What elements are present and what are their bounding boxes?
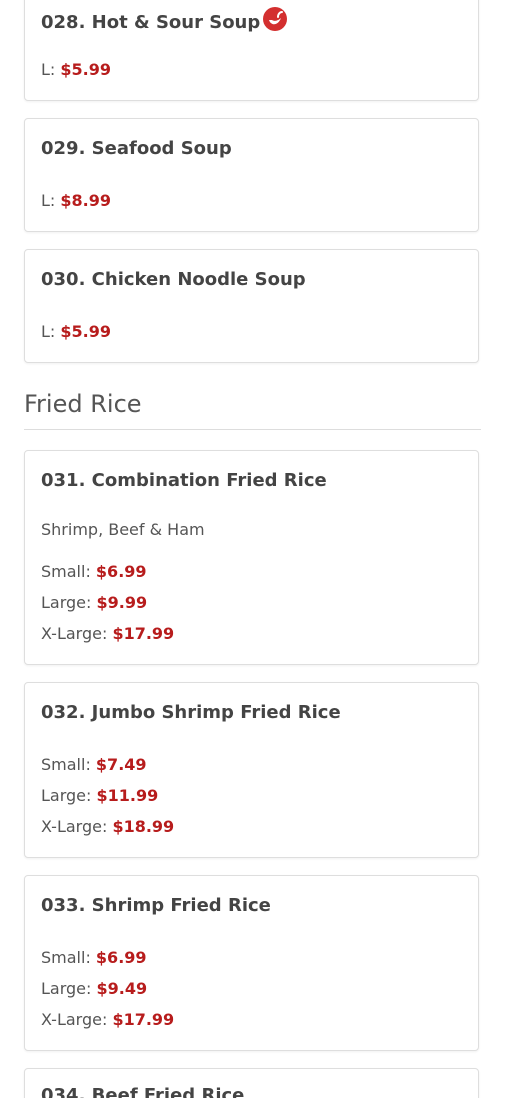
price-row: X-Large: $17.99 [41, 624, 174, 643]
menu-item-card[interactable]: 031. Combination Fried Rice Shrimp, Beef… [24, 450, 479, 665]
price-row: Small: $6.99 [41, 562, 147, 581]
price-amount: $6.99 [95, 562, 147, 581]
item-title: 034. Beef Fried Rice [41, 1085, 245, 1098]
menu-item-card[interactable]: 033. Shrimp Fried Rice Small: $6.99 Larg… [24, 875, 479, 1051]
menu-page: 028. Hot & Sour Soup L: $5.99 029. Seafo… [0, 0, 510, 1098]
price-amount: $5.99 [60, 60, 112, 79]
price-label: Small: [41, 755, 91, 774]
item-title: 031. Combination Fried Rice [41, 470, 327, 491]
price-row: Large: $11.99 [41, 786, 158, 805]
item-description: Shrimp, Beef & Ham [41, 520, 205, 539]
price-row: Small: $6.99 [41, 948, 147, 967]
item-title: 032. Jumbo Shrimp Fried Rice [41, 702, 341, 723]
price-label: Small: [41, 948, 91, 967]
price-row: X-Large: $17.99 [41, 1010, 174, 1029]
price-label: X-Large: [41, 1010, 108, 1029]
price-row: L: $5.99 [41, 322, 111, 341]
item-title: 030. Chicken Noodle Soup [41, 269, 306, 290]
price-amount: $5.99 [60, 322, 112, 341]
price-row: Small: $7.49 [41, 755, 147, 774]
menu-item-card[interactable]: 029. Seafood Soup L: $8.99 [24, 118, 479, 232]
price-label: X-Large: [41, 817, 108, 836]
item-title-text: 028. Hot & Sour Soup [41, 12, 261, 33]
price-amount: $9.99 [96, 593, 148, 612]
price-row: X-Large: $18.99 [41, 817, 174, 836]
price-amount: $18.99 [112, 817, 175, 836]
chili-pepper-icon [263, 7, 288, 31]
section-divider [24, 429, 481, 430]
price-row: L: $5.99 [41, 60, 111, 79]
price-label: Large: [41, 786, 92, 805]
section-title: Fried Rice [24, 390, 142, 418]
menu-item-card[interactable]: 034. Beef Fried Rice [24, 1068, 479, 1098]
price-label: L: [41, 60, 56, 79]
price-row: Large: $9.49 [41, 979, 147, 998]
price-amount: $17.99 [112, 624, 175, 643]
item-title: 028. Hot & Sour Soup [41, 7, 288, 33]
item-title: 029. Seafood Soup [41, 138, 232, 159]
price-label: L: [41, 322, 56, 341]
price-label: Large: [41, 593, 92, 612]
price-amount: $17.99 [112, 1010, 175, 1029]
price-label: Large: [41, 979, 92, 998]
menu-item-card[interactable]: 032. Jumbo Shrimp Fried Rice Small: $7.4… [24, 682, 479, 858]
price-amount: $6.99 [95, 948, 147, 967]
price-label: X-Large: [41, 624, 108, 643]
price-amount: $11.99 [96, 786, 159, 805]
menu-item-card[interactable]: 030. Chicken Noodle Soup L: $5.99 [24, 249, 479, 363]
price-label: L: [41, 191, 56, 210]
item-title: 033. Shrimp Fried Rice [41, 895, 271, 916]
price-amount: $9.49 [96, 979, 148, 998]
price-amount: $7.49 [95, 755, 147, 774]
price-label: Small: [41, 562, 91, 581]
price-row: Large: $9.99 [41, 593, 147, 612]
menu-item-card[interactable]: 028. Hot & Sour Soup L: $5.99 [24, 0, 479, 101]
price-row: L: $8.99 [41, 191, 111, 210]
price-amount: $8.99 [60, 191, 112, 210]
